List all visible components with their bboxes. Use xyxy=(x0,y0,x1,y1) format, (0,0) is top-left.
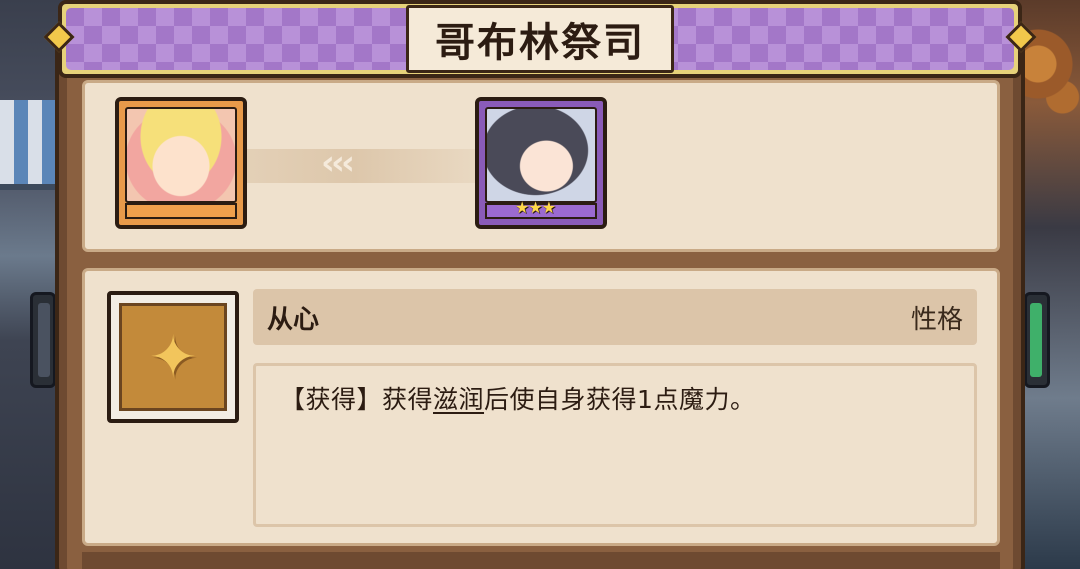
trait-desc-suffix: 后使自身获得1点魔力。 xyxy=(484,385,756,414)
portrait-rarity-bar xyxy=(125,203,237,219)
trait-header: 从心 性格 xyxy=(253,289,977,345)
character-art-icon xyxy=(485,107,597,203)
title-banner-pattern: 哥布林祭司 xyxy=(66,5,1014,73)
trait-desc-prefix: 【获得】获得 xyxy=(280,385,434,414)
evolution-section: ‹‹‹ ★★★ xyxy=(82,80,1000,252)
prev-page-handle[interactable] xyxy=(30,292,56,388)
trait-icon-frame: ✦ xyxy=(107,291,239,423)
trait-section: ✦ 从心 性格 【获得】获得滋润后使自身获得1点魔力。 xyxy=(82,268,1000,546)
keyword-link[interactable]: 滋润 xyxy=(433,385,484,414)
trait-description: 【获得】获得滋润后使自身获得1点魔力。 xyxy=(280,380,950,416)
star-rating: ★★★ xyxy=(515,198,556,217)
portrait-evolved[interactable]: ★★★ xyxy=(475,97,607,229)
portrait-base[interactable] xyxy=(115,97,247,229)
trait-name: 从心 xyxy=(267,304,320,335)
next-page-handle[interactable] xyxy=(1024,292,1050,388)
title-plate: 哥布林祭司 xyxy=(406,5,674,73)
panel-bottom-edge xyxy=(82,552,1000,569)
hero-silhouette-icon: ✦ xyxy=(148,323,198,391)
title-banner: 哥布林祭司 xyxy=(43,0,1037,78)
evolution-arrows-icon: ‹‹‹ xyxy=(321,143,355,183)
trait-type: 性格 xyxy=(910,304,963,335)
background-awning xyxy=(0,100,60,190)
character-art-icon xyxy=(125,107,237,203)
trait-icon-tile: ✦ xyxy=(119,303,227,411)
trait-description-box: 【获得】获得滋润后使自身获得1点魔力。 xyxy=(253,363,977,527)
page-title: 哥布林祭司 xyxy=(435,20,645,66)
